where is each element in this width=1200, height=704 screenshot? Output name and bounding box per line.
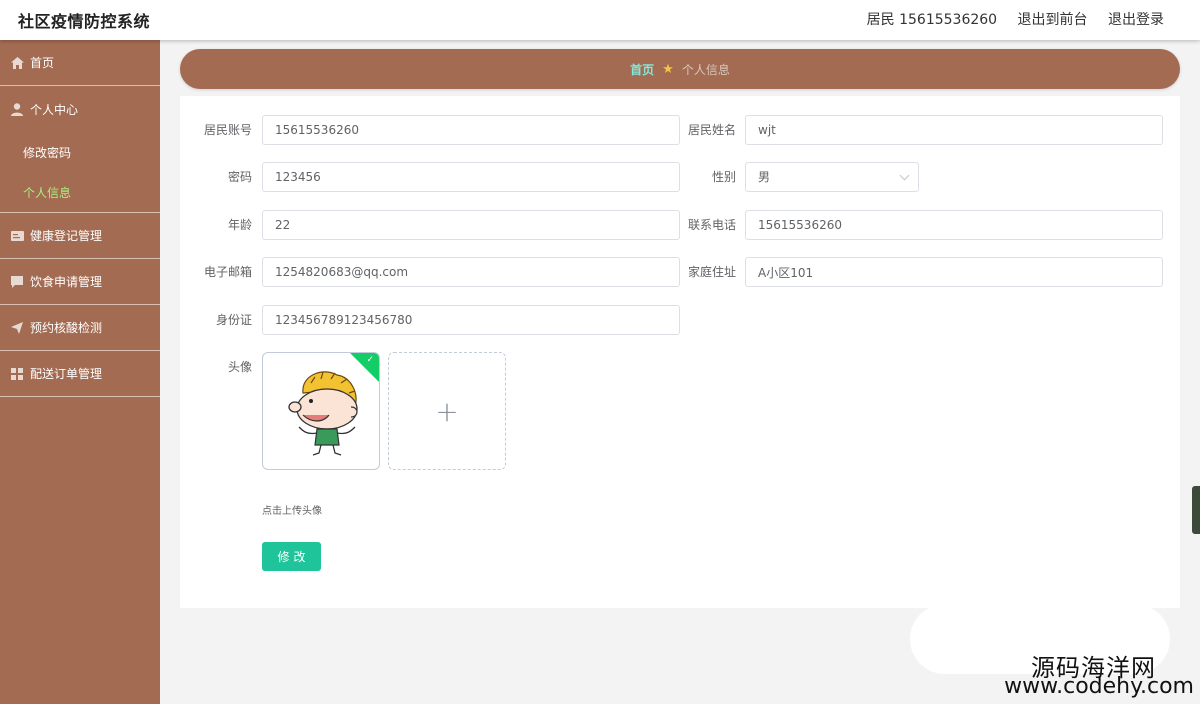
sidebar-item-label: 健康登记管理 <box>30 229 103 243</box>
breadcrumb-home-link[interactable]: 首页 <box>630 61 654 78</box>
age-field[interactable] <box>262 210 680 240</box>
watermark-url: www.codehy.com <box>1004 674 1194 699</box>
person-icon <box>10 102 24 116</box>
sidebar-item-label: 个人中心 <box>30 102 79 117</box>
address-label: 家庭住址 <box>687 265 736 279</box>
header-actions: 居民 15615536260 退出到前台 退出登录 <box>851 9 1164 29</box>
sidebar-item-home[interactable]: 首页 <box>0 40 160 86</box>
grid-icon <box>10 367 24 381</box>
email-label: 电子邮箱 <box>203 265 252 279</box>
sidebar-item-label: 配送订单管理 <box>30 367 103 381</box>
logout-link[interactable]: 退出登录 <box>1108 12 1164 28</box>
age-label: 年龄 <box>227 218 252 232</box>
sidebar-subitem-change-password[interactable]: 修改密码 <box>0 132 160 172</box>
sidebar-item-personal-center[interactable]: 个人中心 <box>0 86 160 132</box>
star-icon: ★ <box>662 61 674 77</box>
plus-icon: + <box>435 394 459 428</box>
sidebar-item-label: 首页 <box>30 56 55 70</box>
name-label: 居民姓名 <box>687 123 736 137</box>
current-user-label: 居民 15615536260 <box>866 12 998 28</box>
idcard-field[interactable] <box>262 305 680 335</box>
exit-to-front-link[interactable]: 退出到前台 <box>1018 12 1088 28</box>
upload-hint: 点击上传头像 <box>262 506 322 517</box>
sidebar-item-diet-apply[interactable]: 饮食申请管理 <box>0 259 160 305</box>
idcard-label: 身份证 <box>215 313 252 327</box>
password-label: 密码 <box>227 170 252 184</box>
gender-label: 性别 <box>711 170 736 184</box>
sidebar-item-appointment-test[interactable]: 预约核酸检测 <box>0 305 160 351</box>
address-field[interactable] <box>745 257 1163 287</box>
chevron-down-icon <box>899 170 910 181</box>
password-field[interactable] <box>262 162 680 192</box>
email-field[interactable] <box>262 257 680 287</box>
sidebar-item-delivery-orders[interactable]: 配送订单管理 <box>0 351 160 397</box>
gender-select[interactable]: 男 <box>745 162 919 192</box>
gender-selected-value: 男 <box>758 170 771 184</box>
sidebar-item-label: 饮食申请管理 <box>30 275 103 289</box>
top-header: 社区疫情防控系统 居民 15615536260 退出到前台 退出登录 <box>0 0 1200 40</box>
phone-label: 联系电话 <box>687 218 736 232</box>
side-drawer-handle[interactable] <box>1192 486 1200 534</box>
breadcrumb-current: 个人信息 <box>681 62 730 77</box>
app-title: 社区疫情防控系统 <box>18 12 151 31</box>
send-icon <box>10 321 24 335</box>
card-icon <box>10 229 24 243</box>
avatar-label: 头像 <box>227 360 252 374</box>
sidebar-item-label: 预约核酸检测 <box>30 321 103 335</box>
avatar-preview[interactable]: ✓ <box>262 352 380 470</box>
avatar-upload-button[interactable]: + <box>388 352 506 470</box>
sidebar-item-health-register[interactable]: 健康登记管理 <box>0 213 160 259</box>
phone-field[interactable] <box>745 210 1163 240</box>
avatar-image <box>288 371 358 456</box>
submit-button[interactable]: 修改 <box>262 542 321 571</box>
sidebar: 首页 个人中心 修改密码 个人信息 健康登记管理 饮食申请管理 预约核酸检测 配… <box>0 40 160 704</box>
sidebar-group-personal: 个人中心 修改密码 个人信息 <box>0 86 160 213</box>
home-icon <box>10 56 24 70</box>
account-field[interactable] <box>262 115 680 145</box>
breadcrumb: 首页 ★ 个人信息 <box>180 49 1180 89</box>
sidebar-subitem-personal-info[interactable]: 个人信息 <box>0 172 160 212</box>
name-field[interactable] <box>745 115 1163 145</box>
profile-form: 居民账号 居民姓名 密码 性别 男 年龄 联系电话 电子邮箱 家庭住址 身份证 … <box>180 96 1180 608</box>
check-icon: ✓ <box>366 355 374 365</box>
chat-icon <box>10 275 24 289</box>
account-label: 居民账号 <box>203 123 252 137</box>
